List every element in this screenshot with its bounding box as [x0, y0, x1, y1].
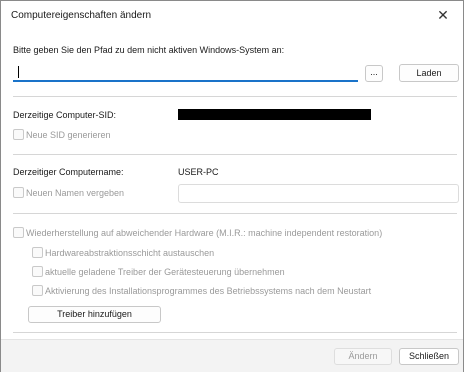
divider	[13, 213, 457, 214]
divider	[13, 332, 457, 333]
close-button[interactable]: Schließen	[399, 348, 459, 365]
add-driver-button[interactable]: Treiber hinzufügen	[28, 306, 161, 323]
close-icon[interactable]: ✕	[423, 1, 463, 30]
new-sid-checkbox[interactable]	[13, 129, 24, 140]
new-name-label: Neuen Namen vergeben	[26, 188, 125, 198]
dialog-window: Computereigenschaften ändern ✕ Bitte geb…	[0, 0, 464, 372]
hal-label: Hardwareabstraktionsschicht austauschen	[45, 248, 215, 258]
setup-activation-label: Aktivierung des Installationsprogrammes …	[45, 286, 372, 296]
drivers-checkbox[interactable]	[32, 266, 43, 277]
browse-button[interactable]: ...	[365, 65, 383, 82]
title-bar: Computereigenschaften ändern ✕	[1, 1, 463, 30]
text-caret	[18, 66, 19, 78]
mir-label: Wiederherstellung auf abweichender Hardw…	[26, 228, 383, 238]
apply-button[interactable]: Ändern	[334, 348, 392, 365]
sid-value-redacted	[178, 109, 371, 120]
new-name-checkbox[interactable]	[13, 187, 24, 198]
new-name-input[interactable]	[178, 184, 459, 203]
mir-checkbox[interactable]	[13, 227, 24, 238]
setup-activation-checkbox[interactable]	[32, 285, 43, 296]
hal-checkbox[interactable]	[32, 247, 43, 258]
sid-label: Derzeitige Computer-SID:	[13, 110, 117, 120]
divider	[13, 96, 457, 97]
path-input[interactable]	[13, 64, 358, 82]
path-prompt: Bitte geben Sie den Pfad zu dem nicht ak…	[13, 45, 285, 55]
divider	[13, 154, 457, 155]
drivers-label: aktuelle geladene Treiber der Gerätesteu…	[45, 267, 285, 277]
computer-name-value: USER-PC	[178, 167, 219, 177]
computer-name-label: Derzeitiger Computername:	[13, 167, 124, 177]
new-sid-label: Neue SID generieren	[26, 130, 111, 140]
dialog-footer: Ändern Schließen	[1, 339, 463, 372]
load-button[interactable]: Laden	[399, 64, 459, 82]
dialog-title: Computereigenschaften ändern	[11, 10, 152, 21]
